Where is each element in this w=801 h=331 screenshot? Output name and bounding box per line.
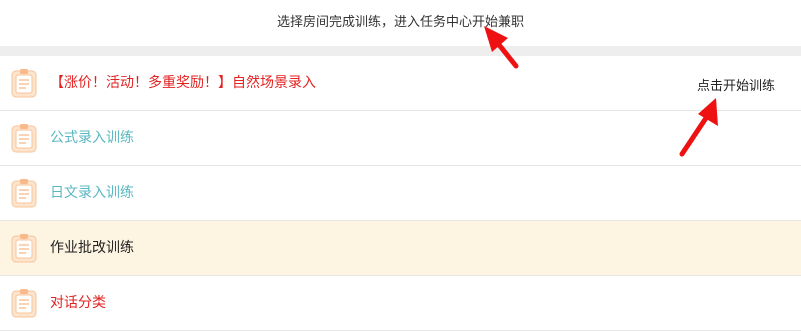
clipboard-icon — [11, 234, 37, 263]
clipboard-icon — [11, 69, 37, 98]
section-divider — [0, 46, 801, 56]
list-item-label: 公式录入训练 — [50, 130, 134, 146]
arrow-icon — [679, 98, 718, 157]
list-item-label: 作业批改训练 — [50, 240, 134, 256]
clipboard-icon — [11, 179, 37, 208]
list-item-label: 对话分类 — [50, 295, 106, 311]
list-item-japanese[interactable]: 日文录入训练 — [0, 166, 801, 221]
list-item-homework-grading[interactable]: 作业批改训练 — [0, 221, 801, 276]
arrow-icon — [484, 26, 519, 69]
instruction-header: 选择房间完成训练，进入任务中心开始兼职 — [0, 0, 801, 46]
list-item-label: 【涨价！活动！多重奖励！】自然场景录入 — [50, 75, 316, 91]
list-item-dialog-classification[interactable]: 对话分类 — [0, 276, 801, 331]
start-training-hint: 点击开始训练 — [697, 79, 776, 94]
clipboard-icon — [11, 289, 37, 318]
list-item-label: 日文录入训练 — [50, 185, 134, 201]
clipboard-icon — [11, 124, 37, 153]
